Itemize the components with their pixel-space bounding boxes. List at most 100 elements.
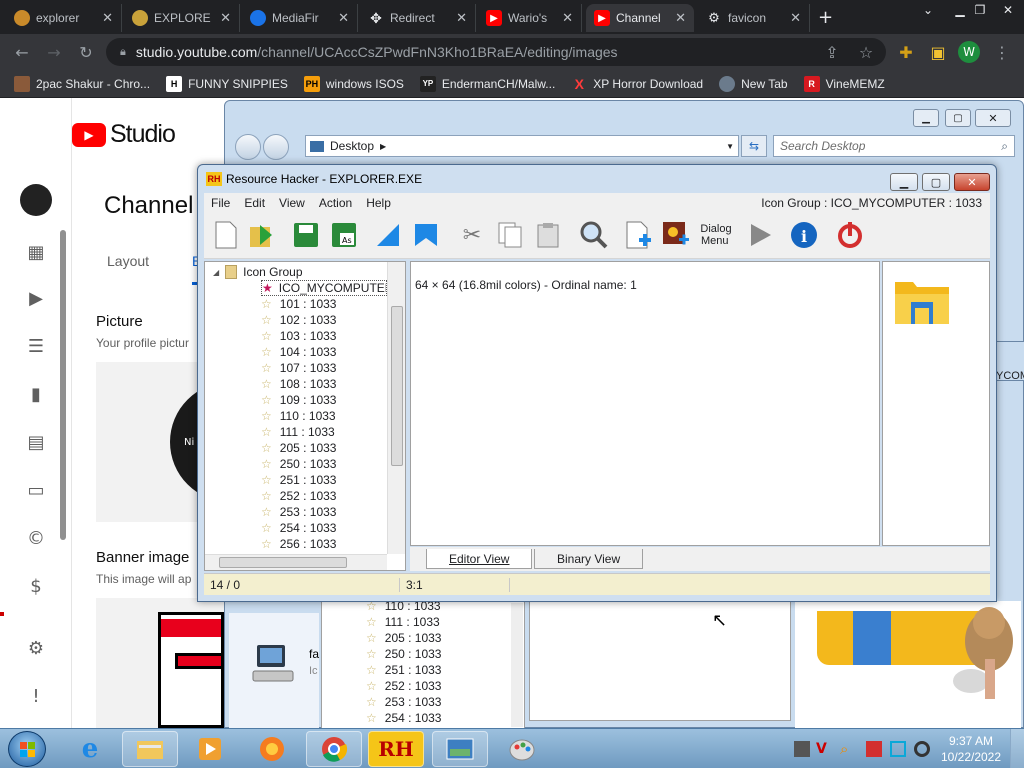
tab-explorer-exe[interactable]: EXPLORE ✕ (124, 4, 240, 32)
list-item[interactable]: ☆ 252 : 1033 (366, 678, 441, 694)
playlists-icon[interactable]: ☰ (24, 334, 48, 358)
tab-editor-view[interactable]: Editor View (426, 549, 533, 569)
refresh-icon[interactable]: ⇆ (741, 135, 767, 157)
share-icon[interactable]: ⇪ (822, 42, 842, 62)
paint-icon[interactable] (494, 731, 550, 767)
close-tab-icon[interactable]: ✕ (562, 10, 573, 26)
back-arrow-icon[interactable] (235, 134, 261, 160)
close-tab-icon[interactable]: ✕ (456, 10, 467, 26)
list-item[interactable]: ☆ 251 : 1033 (366, 662, 441, 678)
chevron-down-icon[interactable]: ⌄ (914, 0, 942, 20)
feedback-icon[interactable]: ! (24, 684, 48, 708)
tree-item[interactable]: ☆ 205 : 1033 (261, 440, 336, 456)
tree-horizontal-scrollbar[interactable] (205, 554, 387, 570)
tab-explorer[interactable]: explorer ✕ (6, 4, 122, 32)
list-item[interactable]: ☆ 253 : 1033 (366, 694, 441, 710)
copy-icon[interactable] (494, 219, 526, 251)
tree-item[interactable]: ☆ 109 : 1033 (261, 392, 336, 408)
sidebar-scrollbar[interactable] (60, 230, 66, 540)
channel-avatar[interactable] (20, 184, 52, 216)
comments-icon[interactable]: ▤ (24, 430, 48, 454)
close-window-icon[interactable]: ✕ (975, 109, 1011, 127)
tree-item[interactable]: ☆ 108 : 1033 (261, 376, 336, 392)
tree-item[interactable]: ☆ 111 : 1033 (261, 424, 335, 440)
close-tab-icon[interactable]: ✕ (102, 10, 113, 26)
run-play-icon[interactable] (744, 219, 776, 251)
file-explorer-icon[interactable] (122, 731, 178, 767)
tree-item[interactable]: ☆ 253 : 1033 (261, 504, 336, 520)
close-tab-icon[interactable]: ✕ (790, 10, 801, 26)
tab-mediafire[interactable]: MediaFir ✕ (242, 4, 358, 32)
dashboard-icon[interactable]: ▦ (24, 240, 48, 264)
explorer-address-bar[interactable]: Desktop ▶ ▼ (305, 135, 739, 157)
media-player-icon[interactable] (182, 731, 238, 767)
bookmark-new-tab[interactable]: New Tab (711, 75, 795, 92)
reload-icon[interactable]: ↻ (76, 42, 96, 62)
list-item[interactable]: ☆ 254 : 1033 (366, 710, 441, 726)
dialog-menu-button[interactable]: Dialog Menu (696, 219, 736, 251)
forward-arrow-icon[interactable] (263, 134, 289, 160)
chevron-down-icon[interactable]: ▼ (726, 142, 734, 151)
menu-edit[interactable]: Edit (237, 196, 272, 210)
tab-warios[interactable]: ▶ Wario's ✕ (478, 4, 582, 32)
youtube-logo-icon[interactable]: ▶ (72, 123, 106, 147)
tab-channel[interactable]: ▶ Channel ✕ (586, 4, 694, 32)
bookmark-windows-isos[interactable]: PH windows ISOS (296, 75, 412, 92)
editor-pane[interactable]: 64 × 64 (16.8mil colors) - Ordinal name:… (410, 261, 880, 546)
close-tab-icon[interactable]: ✕ (220, 10, 231, 26)
new-file-icon[interactable] (210, 219, 242, 251)
forward-arrow-icon[interactable]: → (44, 42, 64, 62)
tab-favicon[interactable]: ⚙ favicon ✕ (698, 4, 810, 32)
close-window-icon[interactable]: ✕ (994, 0, 1022, 20)
nav-item-label[interactable]: fa (309, 647, 319, 661)
tree-item[interactable]: ☆ 104 : 1033 (261, 344, 336, 360)
flag-tray-icon[interactable] (866, 741, 882, 757)
compile-arrow-icon[interactable] (372, 219, 404, 251)
tree-item[interactable]: ☆ 251 : 1033 (261, 472, 336, 488)
bookmark-arrow-icon[interactable] (410, 219, 442, 251)
maximize-icon[interactable]: ▢ (922, 173, 950, 191)
menu-action[interactable]: Action (312, 196, 359, 210)
find-magnifier-icon[interactable] (578, 219, 610, 251)
tree-item[interactable]: ☆ 103 : 1033 (261, 328, 336, 344)
bookmark-endermanch[interactable]: YP EndermanCH/Malw... (412, 75, 563, 92)
add-resource-icon[interactable] (622, 219, 654, 251)
back-arrow-icon[interactable]: ← (12, 42, 32, 62)
list-item[interactable]: ☆ 111 : 1033 (366, 614, 440, 630)
tree-item[interactable]: ☆ 101 : 1033 (261, 296, 336, 312)
firefox-icon[interactable] (244, 731, 300, 767)
tab-binary-view[interactable]: Binary View (534, 549, 644, 569)
save-as-icon[interactable]: As (328, 219, 360, 251)
bookmark-star-icon[interactable]: ☆ (856, 42, 876, 62)
start-button[interactable] (8, 731, 46, 767)
minimize-icon[interactable]: ▁ (913, 109, 939, 127)
tree-item[interactable]: ☆ 102 : 1033 (261, 312, 336, 328)
info-icon[interactable]: i (788, 219, 820, 251)
clock[interactable]: 9:37 AM 10/22/2022 (940, 733, 1002, 765)
close-tab-icon[interactable]: ✕ (338, 10, 349, 26)
internet-explorer-icon[interactable]: e (62, 731, 118, 767)
bookmark-vinememz[interactable]: R VineMEMZ (796, 75, 893, 92)
bookmark-xp-horror[interactable]: X XP Horror Download (563, 76, 711, 92)
tree-item[interactable]: ☆ 254 : 1033 (261, 520, 336, 536)
show-desktop-button[interactable] (1010, 729, 1024, 768)
settings-gear-icon[interactable]: ⚙ (24, 636, 48, 660)
tree-item[interactable]: ☆ 252 : 1033 (261, 488, 336, 504)
network-icon[interactable] (794, 741, 810, 757)
tree-vertical-scrollbar[interactable] (387, 262, 405, 554)
monetization-icon[interactable]: $ (24, 574, 48, 598)
rh-title-bar[interactable]: RH Resource Hacker - EXPLORER.EXE (198, 165, 996, 193)
tree-item[interactable]: ☆ 256 : 1033 (261, 536, 336, 552)
side-panel-icon[interactable]: ▣ (928, 42, 948, 62)
menu-file[interactable]: File (204, 196, 237, 210)
close-window-icon[interactable]: ✕ (954, 173, 990, 191)
tree-item[interactable]: ☆ 107 : 1033 (261, 360, 336, 376)
extensions-puzzle-icon[interactable]: ✚ (896, 42, 916, 62)
tree-item-selected[interactable]: ★ ICO_MYCOMPUTER (261, 280, 387, 296)
minimize-icon[interactable]: ▁ (890, 173, 918, 191)
maximize-icon[interactable]: ▢ (945, 109, 971, 127)
address-bar[interactable]: 🔒︎ studio.youtube.com/channel/UCAccCsZPw… (106, 38, 886, 66)
list-item[interactable]: ☆ 205 : 1033 (366, 630, 441, 646)
explorer-search-input[interactable]: Search Desktop ⌕ (773, 135, 1015, 157)
bookmark-funny-snippies[interactable]: H FUNNY SNIPPIES (158, 75, 296, 92)
